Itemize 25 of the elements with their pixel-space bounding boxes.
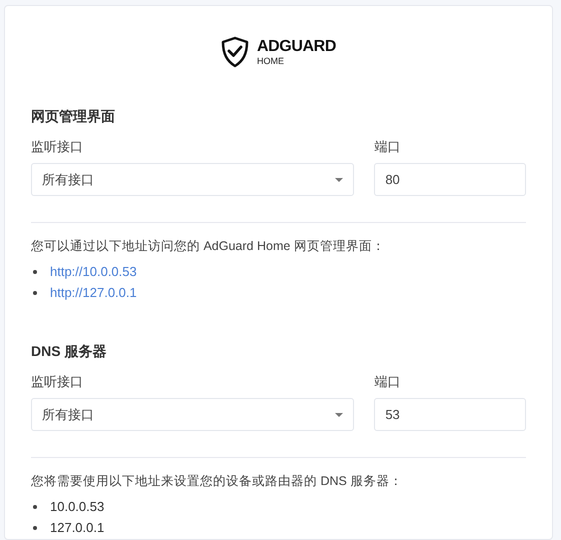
interface-select[interactable]: 所有接口 — [31, 398, 354, 431]
logo-title: ADGUARD — [257, 38, 336, 54]
section-title: DNS 服务器 — [31, 342, 108, 361]
logo-subtitle: HOME — [257, 56, 285, 66]
caret-icon — [335, 178, 344, 182]
address-link[interactable]: http://10.0.0.53 — [50, 262, 137, 282]
bullet-icon — [33, 270, 37, 274]
caret-icon — [335, 412, 344, 416]
bullet-icon — [33, 290, 37, 294]
bullet-icon — [33, 526, 37, 530]
field-label: 监听接口 — [31, 373, 84, 391]
field-label: 端口 — [374, 373, 402, 391]
field-label: 监听接口 — [31, 138, 84, 156]
interface-select[interactable]: 所有接口 — [31, 163, 354, 196]
address-link[interactable]: http://127.0.0.1 — [50, 282, 137, 302]
field-label: 端口 — [374, 138, 402, 156]
port-field[interactable]: 80 — [374, 163, 526, 196]
address-text: 10.0.0.53 — [50, 498, 104, 516]
bullet-icon — [33, 504, 37, 508]
section-title: 网页管理界面 — [31, 107, 116, 126]
shield-check-icon — [221, 36, 249, 68]
port-field[interactable]: 53 — [374, 398, 526, 431]
address-text: 127.0.0.1 — [50, 518, 104, 537]
info-text: 您可以通过以下地址访问您的 AdGuard Home 网页管理界面： — [31, 238, 386, 255]
info-text: 您将需要使用以下地址来设置您的设备或路由器的 DNS 服务器： — [31, 473, 404, 490]
